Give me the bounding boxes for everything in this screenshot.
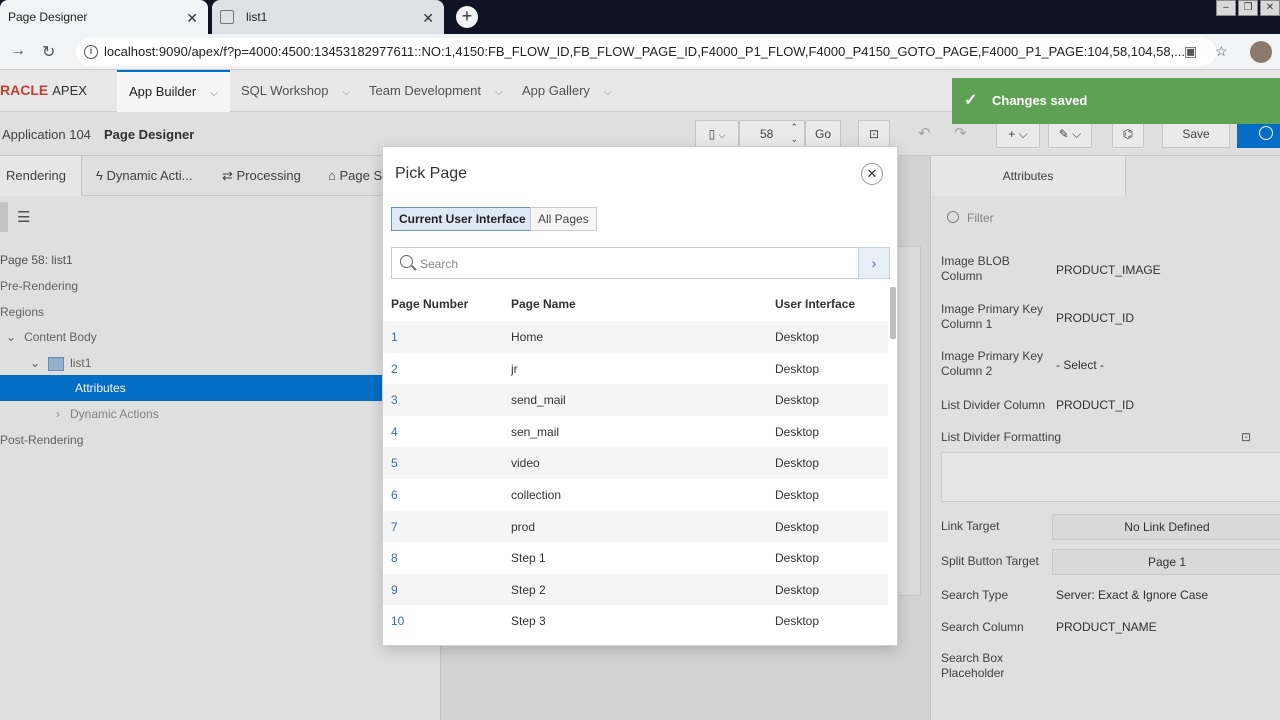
search-field[interactable] <box>391 247 859 279</box>
all-pages-toggle[interactable]: All Pages <box>530 207 597 231</box>
browser-tab-list1[interactable]: list1 ✕ <box>212 0 444 34</box>
table-row[interactable]: 4 sen_mail Desktop <box>383 416 888 448</box>
page-name-cell: Step 3 <box>511 614 546 629</box>
column-header-page-name[interactable]: Page Name <box>511 297 576 311</box>
browser-tab-title: Page Designer <box>8 10 88 24</box>
page-table-body: 1 Home Desktop 2 jr Desktop 3 send_mail … <box>383 321 888 637</box>
success-toast[interactable]: ✓ Changes saved <box>952 78 1280 124</box>
page-number-link[interactable]: 6 <box>391 488 398 502</box>
search-input[interactable] <box>420 254 840 274</box>
pick-page-dialog: Pick Page ✕ Current User Interface All P… <box>382 146 898 646</box>
page-number-link[interactable]: 7 <box>391 520 398 534</box>
table-row[interactable]: 7 prod Desktop <box>383 510 888 543</box>
page-number-link[interactable]: 10 <box>391 614 404 628</box>
browser-tab-title: list1 <box>246 10 268 24</box>
check-icon: ✓ <box>964 92 978 109</box>
page-icon <box>220 10 234 24</box>
close-icon[interactable]: ✕ <box>861 163 883 185</box>
chevron-right-icon: › <box>871 255 877 271</box>
page-number-link[interactable]: 2 <box>391 362 398 376</box>
info-icon[interactable]: i <box>84 45 98 59</box>
table-row[interactable]: 9 Step 2 Desktop <box>383 573 888 606</box>
close-tab-icon[interactable]: ✕ <box>422 10 434 27</box>
table-row[interactable]: 10 Step 3 Desktop <box>383 605 888 637</box>
user-interface-cell: Desktop <box>775 551 820 566</box>
user-interface-cell: Desktop <box>775 393 820 408</box>
user-interface-cell: Desktop <box>775 582 820 597</box>
page-name-cell: collection <box>511 488 562 502</box>
column-header-page-number[interactable]: Page Number <box>391 297 468 311</box>
address-bar-row: → ↻ i localhost:9090/apex/f?p=4000:4500:… <box>0 34 1280 70</box>
user-interface-cell: Desktop <box>775 456 820 471</box>
user-interface-cell: Desktop <box>775 424 820 439</box>
page-name-cell: sen_mail <box>511 424 560 439</box>
dialog-title: Pick Page <box>395 165 468 182</box>
user-interface-cell: Desktop <box>775 614 820 629</box>
user-interface-cell: Desktop <box>775 330 820 344</box>
new-tab-button[interactable]: + <box>456 6 478 28</box>
page-number-link[interactable]: 8 <box>391 551 398 565</box>
page-name-cell: Step 1 <box>511 551 546 566</box>
table-row[interactable]: 1 Home Desktop <box>383 321 888 353</box>
cast-icon[interactable]: ▣ <box>1184 43 1197 60</box>
reload-icon[interactable]: ↻ <box>42 42 55 62</box>
page-name-cell: video <box>511 456 540 471</box>
restore-icon[interactable]: ❐ <box>1238 0 1258 16</box>
page-name-cell: send_mail <box>511 393 566 408</box>
forward-icon[interactable]: → <box>10 42 26 60</box>
user-interface-cell: Desktop <box>775 519 820 534</box>
page-number-link[interactable]: 9 <box>391 583 398 597</box>
close-window-icon[interactable]: ✕ <box>1260 0 1280 16</box>
page-name-cell: jr <box>511 361 518 376</box>
browser-tab-page-designer[interactable]: Page Designer ✕ <box>0 0 208 34</box>
page-name-cell: Home <box>511 330 544 344</box>
scrollbar[interactable] <box>890 287 896 339</box>
table-row[interactable]: 6 collection Desktop <box>383 479 888 511</box>
minimize-icon[interactable]: – <box>1216 0 1236 16</box>
user-interface-cell: Desktop <box>775 361 820 376</box>
profile-avatar[interactable] <box>1250 41 1272 63</box>
browser-tab-bar: Page Designer ✕ list1 ✕ + – ❐ ✕ <box>0 0 1280 34</box>
search-icon <box>400 255 413 268</box>
close-tab-icon[interactable]: ✕ <box>186 10 198 27</box>
page-number-link[interactable]: 5 <box>391 456 398 470</box>
page-number-link[interactable]: 3 <box>391 393 398 407</box>
search-go-button[interactable]: › <box>858 247 890 279</box>
url-text: localhost:9090/apex/f?p=4000:4500:134531… <box>104 44 1186 59</box>
page-number-link[interactable]: 1 <box>391 330 398 344</box>
page-number-link[interactable]: 4 <box>391 425 398 439</box>
window-controls: – ❐ ✕ <box>1214 0 1280 20</box>
toast-message: Changes saved <box>992 93 1088 108</box>
table-row[interactable]: 3 send_mail Desktop <box>383 384 888 416</box>
table-row[interactable]: 2 jr Desktop <box>383 353 888 385</box>
user-interface-cell: Desktop <box>775 488 820 502</box>
column-header-user-interface[interactable]: User Interface <box>775 297 855 311</box>
current-user-interface-toggle[interactable]: Current User Interface <box>391 207 534 231</box>
page-name-cell: Step 2 <box>511 582 546 597</box>
table-row[interactable]: 8 Step 1 Desktop <box>383 542 888 574</box>
bookmark-star-icon[interactable]: ☆ <box>1215 43 1228 60</box>
page-name-cell: prod <box>511 519 536 534</box>
url-field[interactable]: i localhost:9090/apex/f?p=4000:4500:1345… <box>76 38 1216 66</box>
table-row[interactable]: 5 video Desktop <box>383 447 888 479</box>
